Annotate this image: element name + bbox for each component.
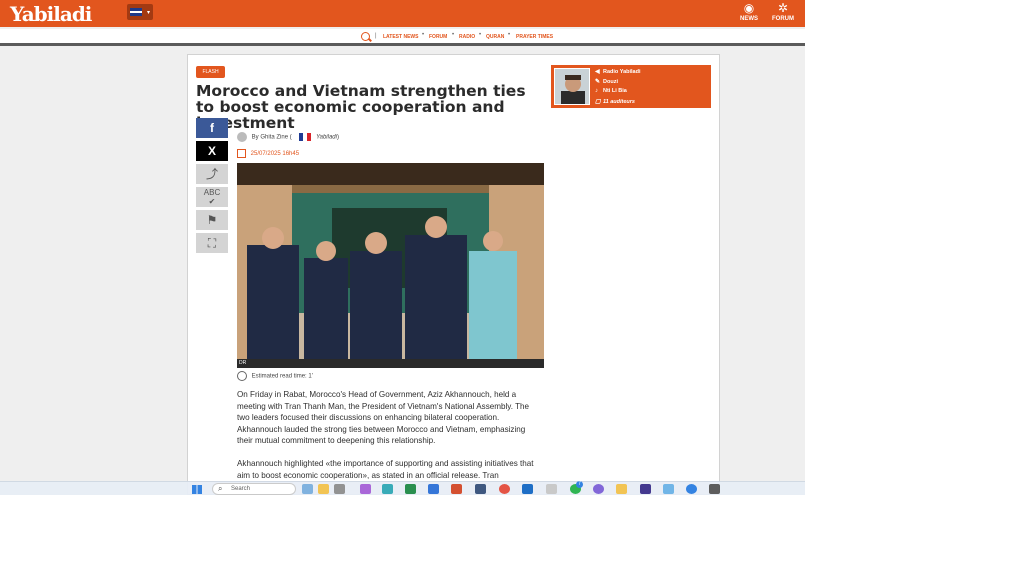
article-title: Morocco and Vietnam strengthen ties to b…	[196, 82, 526, 132]
nav-quran[interactable]: QURAN	[486, 34, 504, 40]
language-selector[interactable]: ▾	[127, 4, 153, 20]
article-card: FLASH Morocco and Vietnam strengthen tie…	[187, 54, 720, 495]
spellcheck-button[interactable]: ABC ✔	[196, 187, 228, 207]
copilot-icon[interactable]	[360, 484, 371, 494]
secondary-nav: | LATEST NEWS • FORUM • RADIO • QURAN • …	[0, 29, 805, 46]
station-name: Radio Yabiladi	[603, 69, 641, 75]
radio-listeners: ▢ 11 auditeurs	[595, 98, 635, 105]
artist-photo	[555, 69, 589, 104]
news-link[interactable]: ◉ NEWS	[734, 1, 764, 23]
browser-viewport: Yabiladi ▾ ◉ NEWS ✲ FORUM | LATEST NEWS …	[0, 0, 805, 495]
nav-separator: |	[375, 33, 377, 39]
nav-dot: •	[479, 32, 482, 38]
byline-paren-open: (	[289, 134, 292, 141]
article-photo[interactable]: DR	[237, 163, 544, 368]
x-share-button[interactable]: X	[196, 141, 228, 161]
share-icon: ⤴	[205, 167, 218, 181]
globe-icon: ◉	[743, 1, 755, 15]
avatar	[237, 132, 247, 142]
windows-start-icon[interactable]	[192, 485, 202, 494]
song-name: Nti Li Bia	[603, 88, 627, 94]
chevron-down-icon: ▾	[146, 10, 150, 16]
byline-prefix: By	[251, 134, 259, 141]
taskbar-app-icon[interactable]	[302, 484, 313, 494]
edge-icon[interactable]	[382, 484, 393, 494]
uk-flag-icon	[130, 8, 142, 16]
radio-widget[interactable]: ◀ Radio Yabiladi ✎ Douzi ♪ Nti Li Bia ▢ 11 a…	[551, 65, 711, 108]
forum-link[interactable]: ✲ FORUM	[768, 1, 798, 23]
category-badge[interactable]: FLASH	[196, 66, 225, 78]
read-time-text: Estimated read time: 1'	[251, 373, 313, 380]
nav-dot: •	[508, 32, 511, 38]
article-byline: By Ghita Zine ( Yabiladi)	[237, 132, 339, 142]
premiere-icon[interactable]	[640, 484, 651, 494]
article-paragraph: On Friday in Rabat, Morocco's Head of Go…	[237, 390, 530, 445]
site-logo[interactable]: Yabiladi	[10, 2, 92, 26]
search-icon[interactable]	[360, 31, 372, 43]
fullscreen-button[interactable]: ⛶	[196, 233, 228, 253]
read-time: Estimated read time: 1'	[237, 371, 313, 381]
folder-icon[interactable]	[616, 484, 627, 494]
taskbar: Search 7	[0, 481, 805, 495]
radio-artist: ✎ Douzi	[595, 78, 618, 85]
listeners-count: 11 auditeurs	[603, 99, 635, 105]
artist-name: Douzi	[603, 79, 618, 85]
chrome-icon[interactable]	[499, 484, 510, 494]
date-text: 25/07/2025 16h45	[250, 151, 300, 158]
taskbar-app-icon[interactable]	[709, 484, 720, 494]
outlook-icon[interactable]	[522, 484, 533, 494]
excel-icon[interactable]	[405, 484, 416, 494]
nav-dot: •	[422, 32, 425, 38]
spellcheck-text: ABC	[203, 188, 221, 197]
radio-station: ◀ Radio Yabiladi	[595, 68, 641, 75]
author-name[interactable]: Ghita Zine	[260, 135, 288, 141]
notification-badge: 7	[576, 481, 583, 488]
clock-icon	[237, 371, 247, 381]
taskbar-app-icon[interactable]	[686, 484, 697, 494]
article-date: 25/07/2025 16h45	[237, 149, 299, 158]
fullscreen-icon: ⛶	[207, 236, 217, 250]
microphone-icon: ✎	[595, 79, 601, 85]
forum-label: FORUM	[772, 16, 794, 22]
byline-paren-close: )	[336, 134, 339, 141]
word-icon[interactable]	[428, 484, 439, 494]
taskbar-app-icon[interactable]	[663, 484, 674, 494]
listeners-icon: ▢	[595, 99, 601, 105]
nav-prayer-times[interactable]: PRAYER TIMES	[516, 34, 553, 40]
taskbar-app-icon[interactable]	[334, 484, 345, 494]
taskbar-app-icon[interactable]	[475, 484, 486, 494]
radio-artist-thumbnail	[554, 68, 590, 105]
radio-song: ♪ Nti Li Bia	[595, 88, 627, 94]
spellcheck-icon: ABC ✔	[196, 187, 228, 206]
file-explorer-icon[interactable]	[318, 484, 329, 494]
forum-icon: ✲	[777, 1, 789, 15]
photo-credit: DR	[237, 359, 544, 368]
flag-icon: ⚑	[206, 213, 218, 227]
nav-radio[interactable]: RADIO	[459, 34, 475, 40]
music-note-icon: ♪	[595, 88, 598, 94]
facebook-icon: f	[210, 121, 214, 135]
nav-latest-news[interactable]: LATEST NEWS	[383, 34, 418, 40]
news-label: NEWS	[740, 16, 758, 22]
viber-icon[interactable]	[593, 484, 604, 494]
check-icon: ✔	[208, 197, 216, 206]
photo-illustration	[237, 163, 544, 368]
site-header: Yabiladi ▾ ◉ NEWS ✲ FORUM	[0, 0, 805, 27]
share-button[interactable]: ⤴	[196, 164, 228, 184]
speaker-icon: ◀	[595, 69, 600, 75]
calendar-icon	[237, 149, 246, 158]
powerpoint-icon[interactable]	[451, 484, 462, 494]
article-paragraph: Akhannouch highlighted «the importance o…	[237, 459, 534, 480]
nav-forum[interactable]: FORUM	[429, 34, 447, 40]
nav-dot: •	[452, 32, 455, 38]
france-flag-icon	[299, 133, 312, 141]
facebook-share-button[interactable]: f	[196, 118, 228, 138]
author-source: Yabiladi	[316, 134, 337, 141]
x-icon: X	[207, 144, 216, 158]
report-button[interactable]: ⚑	[196, 210, 228, 230]
taskbar-app-icon[interactable]	[546, 484, 557, 494]
taskbar-search-input[interactable]: Search	[212, 483, 296, 495]
